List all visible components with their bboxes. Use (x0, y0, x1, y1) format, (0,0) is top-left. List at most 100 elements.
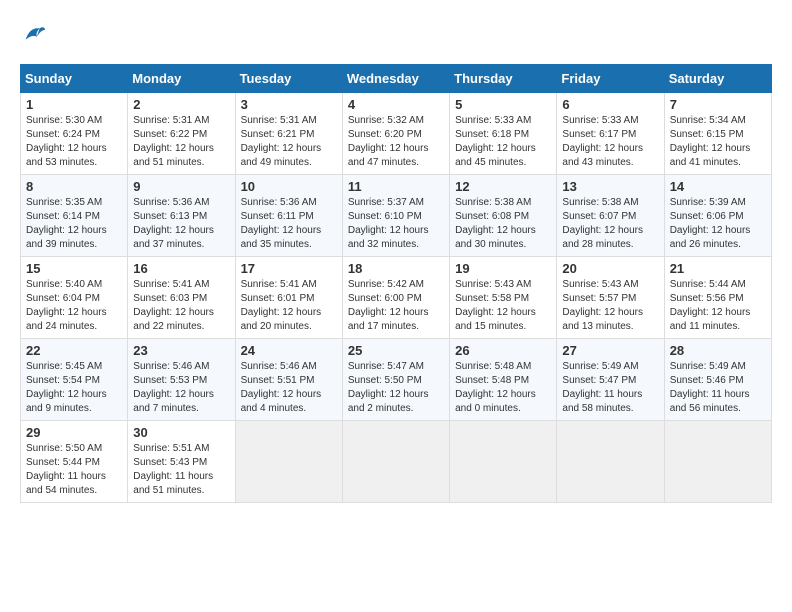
day-header-sunday: Sunday (21, 65, 128, 93)
calendar-cell-22: 22 Sunrise: 5:45 AMSunset: 5:54 PMDaylig… (21, 339, 128, 421)
cell-info: Sunrise: 5:36 AMSunset: 6:11 PMDaylight:… (241, 196, 337, 252)
page-header (20, 20, 772, 48)
calendar-cell-2: 2 Sunrise: 5:31 AMSunset: 6:22 PMDayligh… (128, 93, 235, 175)
day-headers-row: SundayMondayTuesdayWednesdayThursdayFrid… (21, 65, 772, 93)
calendar-cell-27: 27 Sunrise: 5:49 AMSunset: 5:47 PMDaylig… (557, 339, 664, 421)
day-number: 7 (670, 97, 766, 112)
calendar-cell-23: 23 Sunrise: 5:46 AMSunset: 5:53 PMDaylig… (128, 339, 235, 421)
cell-info: Sunrise: 5:41 AMSunset: 6:01 PMDaylight:… (241, 278, 337, 334)
calendar-week-3: 15 Sunrise: 5:40 AMSunset: 6:04 PMDaylig… (21, 257, 772, 339)
day-number: 6 (562, 97, 658, 112)
day-number: 23 (133, 343, 229, 358)
day-number: 11 (348, 179, 444, 194)
day-number: 4 (348, 97, 444, 112)
cell-info: Sunrise: 5:34 AMSunset: 6:15 PMDaylight:… (670, 114, 766, 170)
day-number: 14 (670, 179, 766, 194)
day-header-saturday: Saturday (664, 65, 771, 93)
day-number: 29 (26, 425, 122, 440)
calendar-cell-19: 19 Sunrise: 5:43 AMSunset: 5:58 PMDaylig… (450, 257, 557, 339)
cell-info: Sunrise: 5:49 AMSunset: 5:47 PMDaylight:… (562, 360, 658, 416)
calendar-cell-18: 18 Sunrise: 5:42 AMSunset: 6:00 PMDaylig… (342, 257, 449, 339)
day-number: 20 (562, 261, 658, 276)
day-number: 10 (241, 179, 337, 194)
calendar-cell-empty (664, 421, 771, 503)
day-number: 25 (348, 343, 444, 358)
cell-info: Sunrise: 5:51 AMSunset: 5:43 PMDaylight:… (133, 442, 229, 498)
calendar-cell-24: 24 Sunrise: 5:46 AMSunset: 5:51 PMDaylig… (235, 339, 342, 421)
day-number: 3 (241, 97, 337, 112)
calendar-cell-17: 17 Sunrise: 5:41 AMSunset: 6:01 PMDaylig… (235, 257, 342, 339)
cell-info: Sunrise: 5:39 AMSunset: 6:06 PMDaylight:… (670, 196, 766, 252)
cell-info: Sunrise: 5:41 AMSunset: 6:03 PMDaylight:… (133, 278, 229, 334)
calendar-cell-30: 30 Sunrise: 5:51 AMSunset: 5:43 PMDaylig… (128, 421, 235, 503)
calendar-cell-empty (557, 421, 664, 503)
calendar-cell-empty (235, 421, 342, 503)
calendar-header: SundayMondayTuesdayWednesdayThursdayFrid… (21, 65, 772, 93)
calendar-cell-13: 13 Sunrise: 5:38 AMSunset: 6:07 PMDaylig… (557, 175, 664, 257)
cell-info: Sunrise: 5:43 AMSunset: 5:57 PMDaylight:… (562, 278, 658, 334)
calendar-cell-6: 6 Sunrise: 5:33 AMSunset: 6:17 PMDayligh… (557, 93, 664, 175)
day-number: 19 (455, 261, 551, 276)
cell-info: Sunrise: 5:31 AMSunset: 6:22 PMDaylight:… (133, 114, 229, 170)
day-header-wednesday: Wednesday (342, 65, 449, 93)
day-number: 30 (133, 425, 229, 440)
calendar-cell-14: 14 Sunrise: 5:39 AMSunset: 6:06 PMDaylig… (664, 175, 771, 257)
logo (20, 20, 52, 48)
calendar-cell-16: 16 Sunrise: 5:41 AMSunset: 6:03 PMDaylig… (128, 257, 235, 339)
calendar-cell-25: 25 Sunrise: 5:47 AMSunset: 5:50 PMDaylig… (342, 339, 449, 421)
calendar-cell-10: 10 Sunrise: 5:36 AMSunset: 6:11 PMDaylig… (235, 175, 342, 257)
calendar-week-5: 29 Sunrise: 5:50 AMSunset: 5:44 PMDaylig… (21, 421, 772, 503)
day-number: 2 (133, 97, 229, 112)
calendar-week-2: 8 Sunrise: 5:35 AMSunset: 6:14 PMDayligh… (21, 175, 772, 257)
day-header-monday: Monday (128, 65, 235, 93)
day-number: 21 (670, 261, 766, 276)
day-number: 17 (241, 261, 337, 276)
cell-info: Sunrise: 5:44 AMSunset: 5:56 PMDaylight:… (670, 278, 766, 334)
calendar-cell-15: 15 Sunrise: 5:40 AMSunset: 6:04 PMDaylig… (21, 257, 128, 339)
calendar-table: SundayMondayTuesdayWednesdayThursdayFrid… (20, 64, 772, 503)
day-number: 16 (133, 261, 229, 276)
cell-info: Sunrise: 5:42 AMSunset: 6:00 PMDaylight:… (348, 278, 444, 334)
day-header-friday: Friday (557, 65, 664, 93)
cell-info: Sunrise: 5:49 AMSunset: 5:46 PMDaylight:… (670, 360, 766, 416)
calendar-week-1: 1 Sunrise: 5:30 AMSunset: 6:24 PMDayligh… (21, 93, 772, 175)
calendar-cell-21: 21 Sunrise: 5:44 AMSunset: 5:56 PMDaylig… (664, 257, 771, 339)
day-header-thursday: Thursday (450, 65, 557, 93)
cell-info: Sunrise: 5:46 AMSunset: 5:51 PMDaylight:… (241, 360, 337, 416)
day-number: 18 (348, 261, 444, 276)
cell-info: Sunrise: 5:40 AMSunset: 6:04 PMDaylight:… (26, 278, 122, 334)
calendar-cell-26: 26 Sunrise: 5:48 AMSunset: 5:48 PMDaylig… (450, 339, 557, 421)
calendar-cell-9: 9 Sunrise: 5:36 AMSunset: 6:13 PMDayligh… (128, 175, 235, 257)
cell-info: Sunrise: 5:32 AMSunset: 6:20 PMDaylight:… (348, 114, 444, 170)
day-number: 8 (26, 179, 122, 194)
calendar-cell-5: 5 Sunrise: 5:33 AMSunset: 6:18 PMDayligh… (450, 93, 557, 175)
cell-info: Sunrise: 5:45 AMSunset: 5:54 PMDaylight:… (26, 360, 122, 416)
cell-info: Sunrise: 5:48 AMSunset: 5:48 PMDaylight:… (455, 360, 551, 416)
cell-info: Sunrise: 5:38 AMSunset: 6:07 PMDaylight:… (562, 196, 658, 252)
cell-info: Sunrise: 5:33 AMSunset: 6:17 PMDaylight:… (562, 114, 658, 170)
cell-info: Sunrise: 5:46 AMSunset: 5:53 PMDaylight:… (133, 360, 229, 416)
day-number: 22 (26, 343, 122, 358)
calendar-cell-7: 7 Sunrise: 5:34 AMSunset: 6:15 PMDayligh… (664, 93, 771, 175)
cell-info: Sunrise: 5:31 AMSunset: 6:21 PMDaylight:… (241, 114, 337, 170)
day-number: 24 (241, 343, 337, 358)
day-number: 1 (26, 97, 122, 112)
day-number: 9 (133, 179, 229, 194)
cell-info: Sunrise: 5:38 AMSunset: 6:08 PMDaylight:… (455, 196, 551, 252)
calendar-week-4: 22 Sunrise: 5:45 AMSunset: 5:54 PMDaylig… (21, 339, 772, 421)
calendar-cell-1: 1 Sunrise: 5:30 AMSunset: 6:24 PMDayligh… (21, 93, 128, 175)
calendar-cell-29: 29 Sunrise: 5:50 AMSunset: 5:44 PMDaylig… (21, 421, 128, 503)
cell-info: Sunrise: 5:36 AMSunset: 6:13 PMDaylight:… (133, 196, 229, 252)
day-number: 12 (455, 179, 551, 194)
day-number: 26 (455, 343, 551, 358)
day-header-tuesday: Tuesday (235, 65, 342, 93)
logo-icon (20, 20, 48, 48)
day-number: 28 (670, 343, 766, 358)
cell-info: Sunrise: 5:50 AMSunset: 5:44 PMDaylight:… (26, 442, 122, 498)
cell-info: Sunrise: 5:47 AMSunset: 5:50 PMDaylight:… (348, 360, 444, 416)
calendar-cell-20: 20 Sunrise: 5:43 AMSunset: 5:57 PMDaylig… (557, 257, 664, 339)
calendar-cell-empty (450, 421, 557, 503)
cell-info: Sunrise: 5:35 AMSunset: 6:14 PMDaylight:… (26, 196, 122, 252)
cell-info: Sunrise: 5:30 AMSunset: 6:24 PMDaylight:… (26, 114, 122, 170)
cell-info: Sunrise: 5:43 AMSunset: 5:58 PMDaylight:… (455, 278, 551, 334)
